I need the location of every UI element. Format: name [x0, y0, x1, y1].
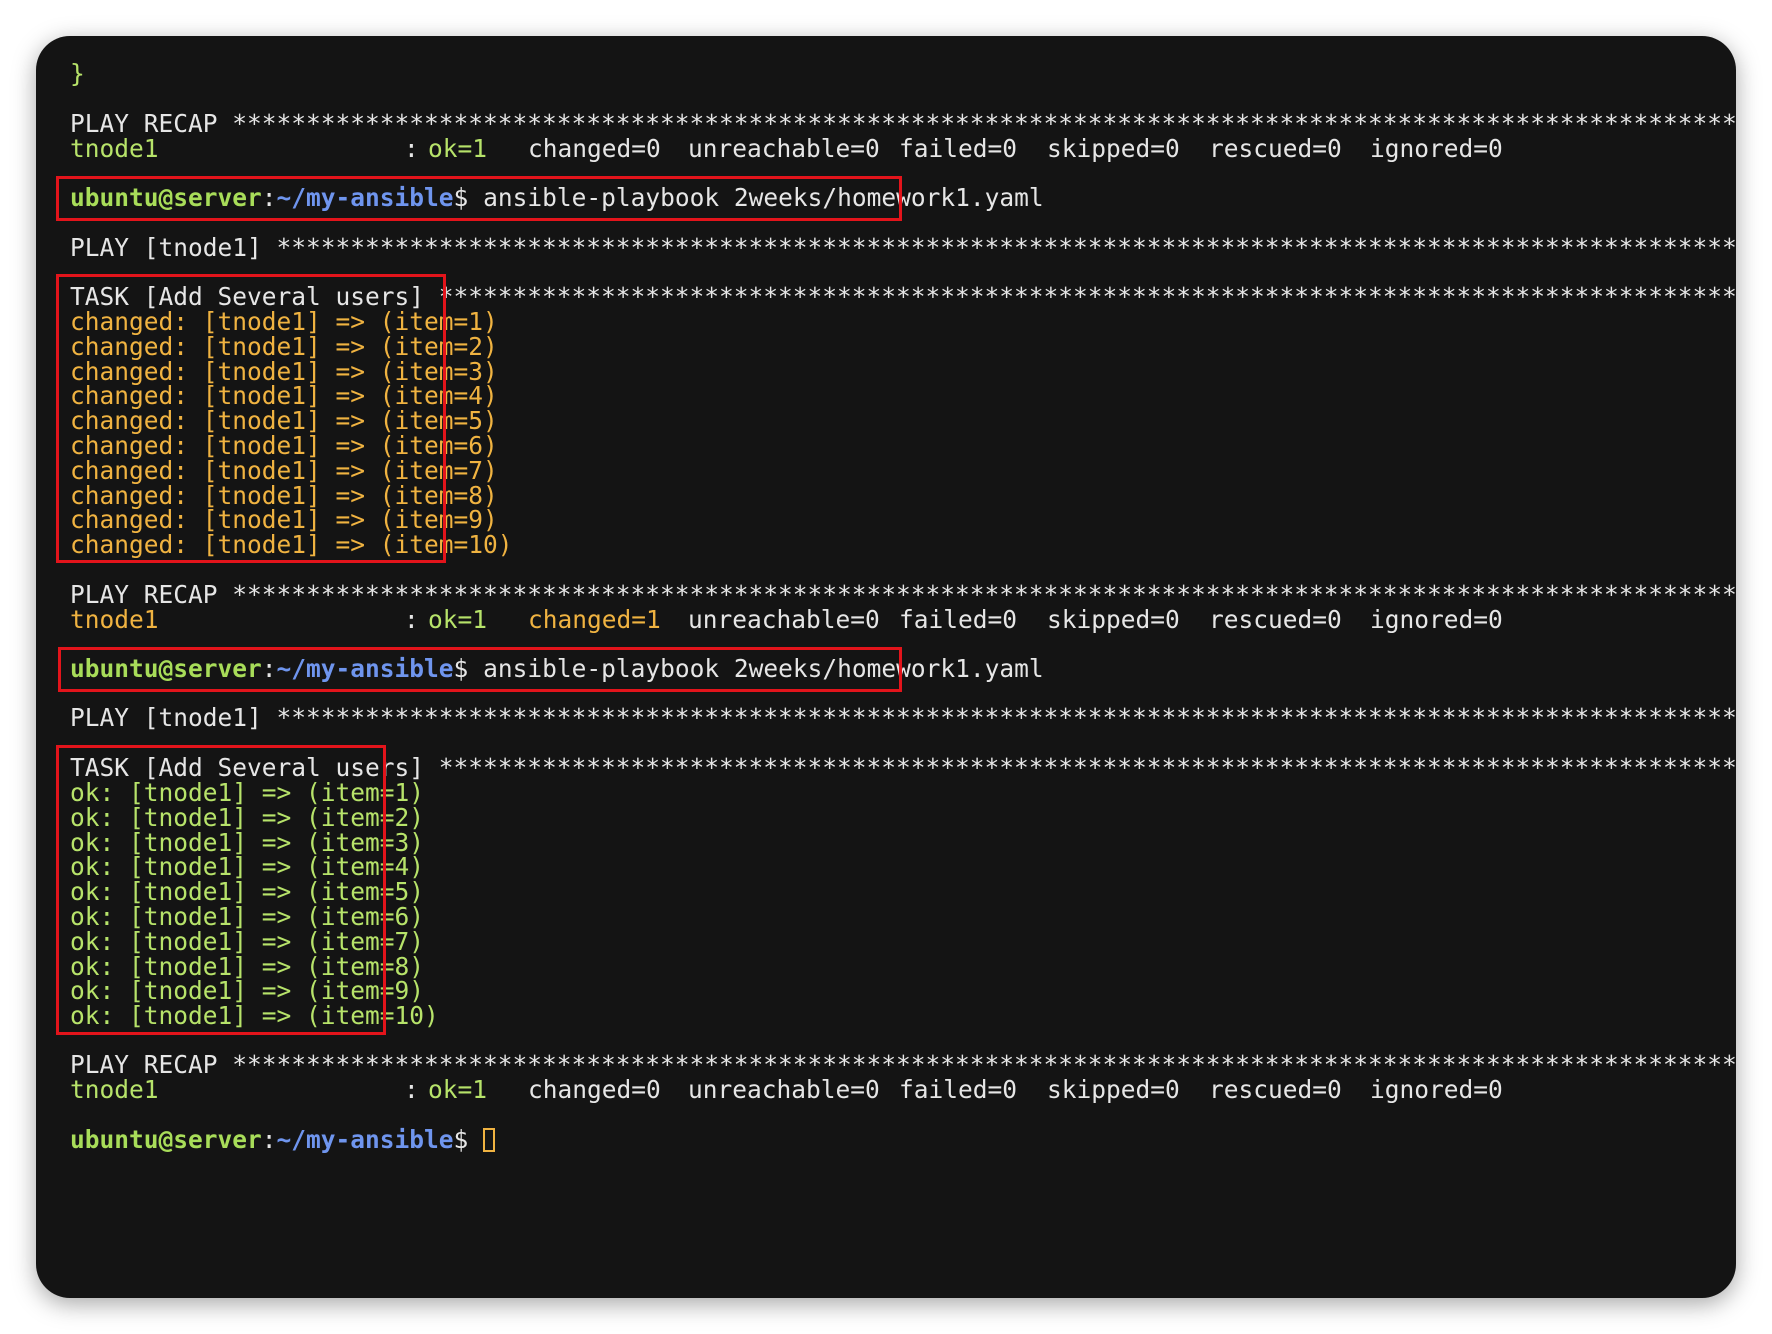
play-recap-header: PLAY RECAP *****************************…	[70, 1051, 1736, 1079]
recap-row: tnode1 : ok=1 changed=1 unreachable=0 fa…	[70, 606, 1736, 634]
recap-skipped: skipped=0	[1047, 135, 1180, 163]
recap-changed: changed=0	[528, 135, 661, 163]
json-closing-brace: }	[70, 60, 85, 88]
recap-unreachable: unreachable=0	[688, 1076, 880, 1104]
recap-ignored: ignored=0	[1370, 606, 1503, 634]
recap-failed: failed=0	[899, 1076, 1018, 1104]
recap-rescued: rescued=0	[1209, 606, 1342, 634]
recap-ok: ok=1	[428, 606, 488, 634]
recap-host: tnode1	[70, 1076, 159, 1104]
play-header: PLAY [tnode1] **************************…	[70, 704, 1736, 732]
current-prompt[interactable]: ubuntu@server:~/my-ansible$	[70, 1126, 1736, 1154]
recap-row: tnode1 : ok=1 changed=0 unreachable=0 fa…	[70, 1076, 1736, 1104]
recap-row: tnode1 : ok=1 changed=0 unreachable=0 fa…	[70, 135, 1736, 163]
recap-skipped: skipped=0	[1047, 1076, 1180, 1104]
terminal-output[interactable]: } PLAY RECAP ***************************…	[56, 36, 1736, 1298]
recap-skipped: skipped=0	[1047, 606, 1180, 634]
recap-changed: changed=0	[528, 1076, 661, 1104]
text-cursor[interactable]	[483, 1128, 496, 1152]
highlight-box-run1	[56, 274, 446, 563]
play-recap-header: PLAY RECAP *****************************…	[70, 110, 1736, 138]
play-header: PLAY [tnode1] **************************…	[70, 234, 1736, 262]
highlight-box-command-2	[58, 647, 902, 692]
recap-rescued: rescued=0	[1209, 1076, 1342, 1104]
recap-unreachable: unreachable=0	[688, 606, 880, 634]
recap-ignored: ignored=0	[1370, 135, 1503, 163]
recap-ok: ok=1	[428, 1076, 488, 1104]
recap-rescued: rescued=0	[1209, 135, 1342, 163]
recap-host: tnode1	[70, 606, 159, 634]
highlight-box-command-1	[56, 176, 902, 221]
highlight-box-run2	[56, 745, 386, 1035]
recap-host: tnode1	[70, 135, 159, 163]
recap-failed: failed=0	[899, 606, 1018, 634]
recap-failed: failed=0	[899, 135, 1018, 163]
terminal-window[interactable]: } PLAY RECAP ***************************…	[36, 36, 1736, 1298]
recap-ignored: ignored=0	[1370, 1076, 1503, 1104]
recap-unreachable: unreachable=0	[688, 135, 880, 163]
recap-ok: ok=1	[428, 135, 488, 163]
play-recap-header: PLAY RECAP *****************************…	[70, 581, 1736, 609]
recap-changed: changed=1	[528, 606, 661, 634]
